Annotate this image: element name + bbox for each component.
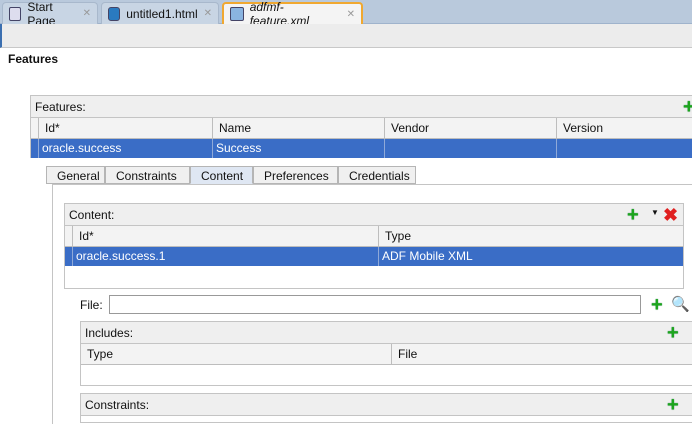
column-header-version[interactable]: Version — [556, 118, 692, 138]
dropdown-arrow-icon[interactable]: ▼ — [651, 208, 659, 217]
globe-icon — [108, 6, 121, 21]
content-panel: Content: + ▼ ✖ Id* Type oracle.success.1… — [64, 203, 684, 289]
cell-vendor — [384, 139, 556, 158]
tab-general[interactable]: General — [46, 166, 105, 184]
column-header-type[interactable]: Type — [378, 226, 684, 246]
includes-label: Includes: — [85, 326, 134, 340]
tab-constraints[interactable]: Constraints — [105, 166, 190, 184]
features-label: Features: — [35, 100, 86, 114]
column-header-id[interactable]: Id* — [38, 118, 212, 138]
editor-toolbar — [0, 24, 692, 48]
table-row[interactable]: oracle.success.1 ADF Mobile XML — [65, 247, 683, 266]
close-icon[interactable]: ✕ — [204, 8, 212, 19]
includes-panel: Includes: + Type File — [80, 321, 692, 386]
cell-id: oracle.success — [38, 139, 212, 158]
close-icon[interactable]: ✕ — [347, 9, 355, 20]
tab-start-page[interactable]: Start Page ✕ — [2, 0, 98, 28]
tab-credentials[interactable]: Credentials — [338, 166, 416, 184]
add-file-icon[interactable]: + — [651, 295, 663, 315]
add-icon[interactable]: + — [683, 97, 692, 117]
add-icon[interactable]: + — [627, 205, 639, 225]
tab-label: untitled1.html — [126, 6, 198, 21]
constraints-panel: Constraints: + — [80, 393, 692, 423]
add-icon[interactable]: + — [667, 395, 679, 415]
add-icon[interactable]: + — [667, 323, 679, 343]
features-table-header: Id* Name Vendor Version — [31, 118, 692, 139]
column-header-name[interactable]: Name — [212, 118, 384, 138]
cell-id: oracle.success.1 — [72, 247, 378, 266]
cell-type: ADF Mobile XML — [378, 247, 684, 266]
content-label: Content: — [69, 208, 115, 222]
tab-untitled1[interactable]: untitled1.html ✕ — [101, 2, 219, 24]
page-title: Features — [8, 52, 59, 66]
column-header-file[interactable]: File — [391, 344, 692, 364]
delete-icon[interactable]: ✖ — [663, 206, 678, 224]
cell-version — [556, 139, 692, 158]
table-row[interactable]: oracle.success Success — [31, 139, 692, 158]
search-icon[interactable]: 🔍 — [671, 295, 690, 313]
feature-xml-icon — [230, 7, 244, 21]
column-header-type[interactable]: Type — [81, 344, 391, 364]
constraints-label: Constraints: — [85, 398, 150, 412]
column-header-vendor[interactable]: Vendor — [384, 118, 556, 138]
column-header-id[interactable]: Id* — [72, 226, 378, 246]
file-input[interactable] — [109, 295, 641, 314]
features-panel: Features: + Id* Name Vendor Version oracl… — [30, 95, 692, 158]
tab-preferences[interactable]: Preferences — [253, 166, 338, 184]
file-label: File: — [80, 298, 103, 312]
close-icon[interactable]: ✕ — [83, 8, 91, 19]
page-icon — [9, 6, 22, 21]
tab-content[interactable]: Content — [190, 166, 253, 184]
cell-name: Success — [212, 139, 384, 158]
editor-tab-bar: Start Page ✕ untitled1.html ✕ adfmf-featur… — [0, 0, 692, 28]
tab-adfmf-feature[interactable]: adfmf-feature.xml ✕ — [222, 0, 363, 28]
